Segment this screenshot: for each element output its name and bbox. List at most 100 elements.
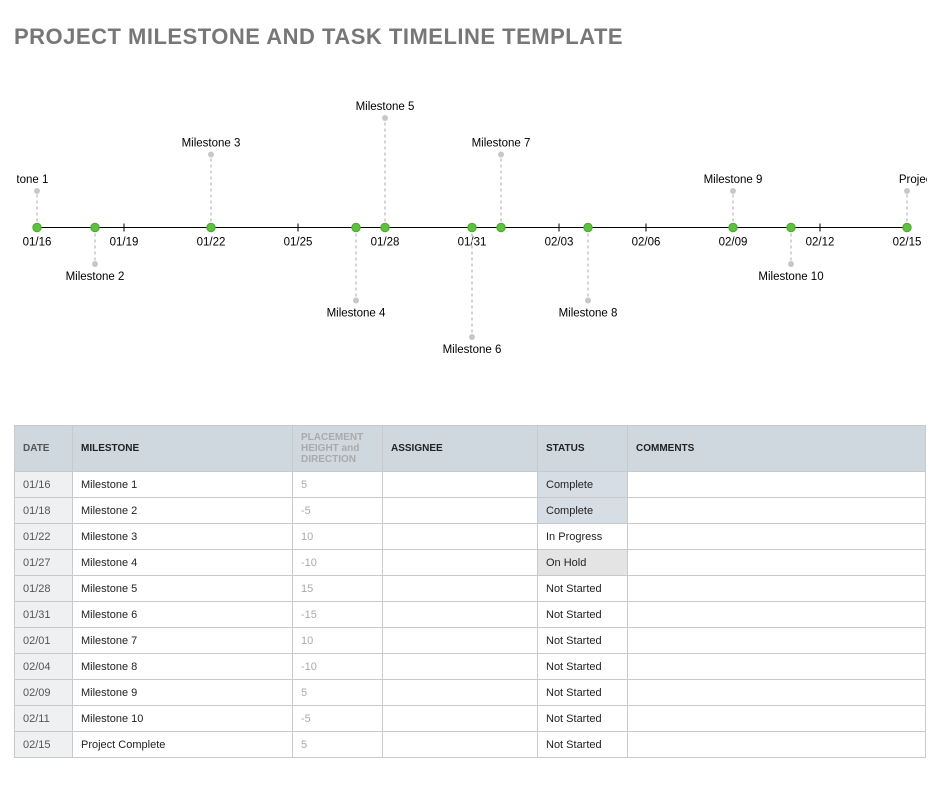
cell: Milestone 7 (73, 628, 293, 654)
cell (628, 706, 926, 732)
milestone-dot (380, 223, 388, 231)
milestone-label: Milestone 9 (703, 174, 762, 186)
cell (383, 732, 538, 758)
cell (383, 524, 538, 550)
cell (383, 550, 538, 576)
milestone-dot (467, 223, 475, 231)
cell: Complete (538, 472, 628, 498)
milestone-tip (353, 298, 359, 304)
table-row: 01/28Milestone 515 Not Started (15, 576, 926, 602)
cell (628, 498, 926, 524)
cell: Milestone 6 (73, 602, 293, 628)
timeline-chart: 01/1601/1901/2201/2501/2801/3102/0302/06… (17, 60, 927, 395)
milestone-label: Milestone 5 (355, 101, 414, 113)
cell: Not Started (538, 706, 628, 732)
cell (628, 550, 926, 576)
cell (383, 628, 538, 654)
cell: Not Started (538, 628, 628, 654)
milestone-label: Milestone 4 (326, 308, 385, 320)
axis-tick-label: 02/12 (805, 237, 834, 249)
axis-tick-label: 01/19 (109, 237, 138, 249)
cell: 02/04 (15, 654, 73, 680)
cell: -5 (293, 706, 383, 732)
milestone-dot (206, 223, 214, 231)
cell: Not Started (538, 680, 628, 706)
table-row: 01/22Milestone 310 In Progress (15, 524, 926, 550)
table-row: 01/31Milestone 6-15Not Started (15, 602, 926, 628)
milestone-label: Milestone 2 (65, 271, 124, 283)
cell: 10 (293, 524, 383, 550)
milestone-tip (904, 188, 910, 194)
milestone-label: Milestone 6 (442, 344, 501, 356)
milestone-dot (90, 223, 98, 231)
cell: 5 (293, 472, 383, 498)
cell: Project Complete (73, 732, 293, 758)
axis-tick-label: 02/06 (631, 237, 660, 249)
milestone-tip (208, 152, 214, 158)
table-row: 02/15Project Complete5Not Started (15, 732, 926, 758)
milestone-label: Milestone 1 (17, 174, 48, 186)
milestone-tip (382, 115, 388, 121)
cell: Milestone 5 (73, 576, 293, 602)
milestone-dot (496, 223, 504, 231)
milestone-label: Milestone 3 (181, 138, 240, 150)
cell: Not Started (538, 602, 628, 628)
cell: 01/27 (15, 550, 73, 576)
cell (628, 680, 926, 706)
milestone-dot (902, 223, 910, 231)
table-row: 02/11Milestone 10-5Not Started (15, 706, 926, 732)
milestone-tip (730, 188, 736, 194)
cell: In Progress (538, 524, 628, 550)
milestone-tip (585, 298, 591, 304)
milestone-dot (786, 223, 794, 231)
milestone-label: Project Complete (898, 174, 926, 186)
cell: 15 (293, 576, 383, 602)
cell: Milestone 9 (73, 680, 293, 706)
page-title: PROJECT MILESTONE AND TASK TIMELINE TEMP… (14, 24, 929, 50)
table-row: 02/04Milestone 8-10Not Started (15, 654, 926, 680)
cell: 02/11 (15, 706, 73, 732)
col-placement: PLACEMENT HEIGHT and DIRECTION (293, 426, 383, 472)
table-row: 01/16Milestone 15 Complete (15, 472, 926, 498)
cell: 5 (293, 680, 383, 706)
cell (383, 576, 538, 602)
milestone-tip (498, 152, 504, 158)
cell: 01/22 (15, 524, 73, 550)
col-comments: COMMENTS (628, 426, 926, 472)
cell: Not Started (538, 576, 628, 602)
cell: On Hold (538, 550, 628, 576)
cell: 02/01 (15, 628, 73, 654)
cell (628, 472, 926, 498)
cell: Milestone 1 (73, 472, 293, 498)
cell (628, 576, 926, 602)
table-row: 02/09Milestone 95 Not Started (15, 680, 926, 706)
cell: 01/28 (15, 576, 73, 602)
col-date: DATE (15, 426, 73, 472)
axis-tick-label: 01/22 (196, 237, 225, 249)
milestone-dot (351, 223, 359, 231)
cell: 02/09 (15, 680, 73, 706)
cell: 01/31 (15, 602, 73, 628)
cell: Milestone 3 (73, 524, 293, 550)
cell (628, 654, 926, 680)
cell (383, 472, 538, 498)
axis-tick-label: 02/15 (892, 237, 921, 249)
cell: Not Started (538, 654, 628, 680)
table-row: 02/01Milestone 710Not Started (15, 628, 926, 654)
cell: Complete (538, 498, 628, 524)
cell: Milestone 8 (73, 654, 293, 680)
col-status: STATUS (538, 426, 628, 472)
milestone-label: Milestone 10 (758, 271, 823, 283)
cell: 5 (293, 732, 383, 758)
cell: 01/16 (15, 472, 73, 498)
milestone-table: DATE MILESTONE PLACEMENT HEIGHT and DIRE… (14, 425, 926, 758)
col-milestone: MILESTONE (73, 426, 293, 472)
milestone-label: Milestone 8 (558, 308, 617, 320)
axis-tick-label: 02/09 (718, 237, 747, 249)
milestone-tip (469, 334, 475, 340)
cell (383, 602, 538, 628)
col-assignee: ASSIGNEE (383, 426, 538, 472)
table-header-row: DATE MILESTONE PLACEMENT HEIGHT and DIRE… (15, 426, 926, 472)
axis-tick-label: 01/16 (22, 237, 51, 249)
cell (628, 524, 926, 550)
